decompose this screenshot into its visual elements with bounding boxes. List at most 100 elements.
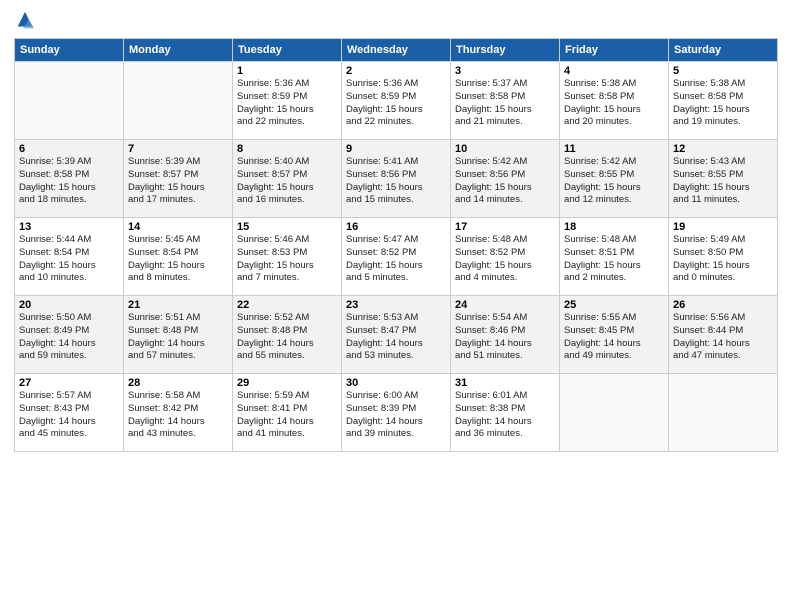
day-number: 30 bbox=[346, 377, 446, 389]
day-number: 1 bbox=[237, 65, 337, 77]
day-number: 19 bbox=[673, 221, 773, 233]
day-number: 20 bbox=[19, 299, 119, 311]
calendar-cell: 4Sunrise: 5:38 AM Sunset: 8:58 PM Daylig… bbox=[560, 62, 669, 140]
calendar-table: SundayMondayTuesdayWednesdayThursdayFrid… bbox=[14, 38, 778, 452]
day-number: 27 bbox=[19, 377, 119, 389]
calendar-cell bbox=[669, 374, 778, 452]
calendar-cell bbox=[15, 62, 124, 140]
day-number: 4 bbox=[564, 65, 664, 77]
day-number: 26 bbox=[673, 299, 773, 311]
day-number: 13 bbox=[19, 221, 119, 233]
calendar-week-row: 1Sunrise: 5:36 AM Sunset: 8:59 PM Daylig… bbox=[15, 62, 778, 140]
calendar-cell: 2Sunrise: 5:36 AM Sunset: 8:59 PM Daylig… bbox=[342, 62, 451, 140]
day-detail: Sunrise: 6:00 AM Sunset: 8:39 PM Dayligh… bbox=[346, 390, 446, 441]
calendar-cell: 18Sunrise: 5:48 AM Sunset: 8:51 PM Dayli… bbox=[560, 218, 669, 296]
day-number: 6 bbox=[19, 143, 119, 155]
page: SundayMondayTuesdayWednesdayThursdayFrid… bbox=[0, 0, 792, 612]
calendar-cell: 23Sunrise: 5:53 AM Sunset: 8:47 PM Dayli… bbox=[342, 296, 451, 374]
calendar-cell: 20Sunrise: 5:50 AM Sunset: 8:49 PM Dayli… bbox=[15, 296, 124, 374]
calendar-cell: 1Sunrise: 5:36 AM Sunset: 8:59 PM Daylig… bbox=[233, 62, 342, 140]
day-number: 25 bbox=[564, 299, 664, 311]
day-detail: Sunrise: 5:42 AM Sunset: 8:55 PM Dayligh… bbox=[564, 156, 664, 207]
day-detail: Sunrise: 5:45 AM Sunset: 8:54 PM Dayligh… bbox=[128, 234, 228, 285]
day-detail: Sunrise: 5:56 AM Sunset: 8:44 PM Dayligh… bbox=[673, 312, 773, 363]
calendar-header-row: SundayMondayTuesdayWednesdayThursdayFrid… bbox=[15, 39, 778, 62]
calendar-cell: 27Sunrise: 5:57 AM Sunset: 8:43 PM Dayli… bbox=[15, 374, 124, 452]
calendar-cell: 19Sunrise: 5:49 AM Sunset: 8:50 PM Dayli… bbox=[669, 218, 778, 296]
col-header-monday: Monday bbox=[124, 39, 233, 62]
day-number: 17 bbox=[455, 221, 555, 233]
day-detail: Sunrise: 5:39 AM Sunset: 8:57 PM Dayligh… bbox=[128, 156, 228, 207]
day-detail: Sunrise: 5:47 AM Sunset: 8:52 PM Dayligh… bbox=[346, 234, 446, 285]
calendar-cell bbox=[124, 62, 233, 140]
calendar-week-row: 27Sunrise: 5:57 AM Sunset: 8:43 PM Dayli… bbox=[15, 374, 778, 452]
day-number: 22 bbox=[237, 299, 337, 311]
col-header-friday: Friday bbox=[560, 39, 669, 62]
calendar-cell: 12Sunrise: 5:43 AM Sunset: 8:55 PM Dayli… bbox=[669, 140, 778, 218]
calendar-cell: 29Sunrise: 5:59 AM Sunset: 8:41 PM Dayli… bbox=[233, 374, 342, 452]
calendar-cell: 5Sunrise: 5:38 AM Sunset: 8:58 PM Daylig… bbox=[669, 62, 778, 140]
calendar-week-row: 13Sunrise: 5:44 AM Sunset: 8:54 PM Dayli… bbox=[15, 218, 778, 296]
col-header-wednesday: Wednesday bbox=[342, 39, 451, 62]
logo bbox=[14, 10, 40, 32]
day-detail: Sunrise: 5:58 AM Sunset: 8:42 PM Dayligh… bbox=[128, 390, 228, 441]
calendar-cell: 3Sunrise: 5:37 AM Sunset: 8:58 PM Daylig… bbox=[451, 62, 560, 140]
calendar-cell: 7Sunrise: 5:39 AM Sunset: 8:57 PM Daylig… bbox=[124, 140, 233, 218]
day-number: 31 bbox=[455, 377, 555, 389]
day-number: 11 bbox=[564, 143, 664, 155]
logo-icon bbox=[14, 10, 36, 32]
calendar-cell: 26Sunrise: 5:56 AM Sunset: 8:44 PM Dayli… bbox=[669, 296, 778, 374]
day-number: 9 bbox=[346, 143, 446, 155]
day-detail: Sunrise: 5:36 AM Sunset: 8:59 PM Dayligh… bbox=[346, 78, 446, 129]
day-detail: Sunrise: 5:46 AM Sunset: 8:53 PM Dayligh… bbox=[237, 234, 337, 285]
day-detail: Sunrise: 5:39 AM Sunset: 8:58 PM Dayligh… bbox=[19, 156, 119, 207]
calendar-week-row: 20Sunrise: 5:50 AM Sunset: 8:49 PM Dayli… bbox=[15, 296, 778, 374]
day-detail: Sunrise: 5:55 AM Sunset: 8:45 PM Dayligh… bbox=[564, 312, 664, 363]
calendar-cell: 14Sunrise: 5:45 AM Sunset: 8:54 PM Dayli… bbox=[124, 218, 233, 296]
calendar-week-row: 6Sunrise: 5:39 AM Sunset: 8:58 PM Daylig… bbox=[15, 140, 778, 218]
day-number: 24 bbox=[455, 299, 555, 311]
day-number: 18 bbox=[564, 221, 664, 233]
day-number: 12 bbox=[673, 143, 773, 155]
day-number: 5 bbox=[673, 65, 773, 77]
calendar-cell: 25Sunrise: 5:55 AM Sunset: 8:45 PM Dayli… bbox=[560, 296, 669, 374]
day-detail: Sunrise: 5:36 AM Sunset: 8:59 PM Dayligh… bbox=[237, 78, 337, 129]
day-number: 10 bbox=[455, 143, 555, 155]
day-number: 8 bbox=[237, 143, 337, 155]
day-detail: Sunrise: 5:38 AM Sunset: 8:58 PM Dayligh… bbox=[673, 78, 773, 129]
day-detail: Sunrise: 5:54 AM Sunset: 8:46 PM Dayligh… bbox=[455, 312, 555, 363]
day-number: 15 bbox=[237, 221, 337, 233]
calendar-cell: 24Sunrise: 5:54 AM Sunset: 8:46 PM Dayli… bbox=[451, 296, 560, 374]
day-number: 7 bbox=[128, 143, 228, 155]
calendar-cell: 11Sunrise: 5:42 AM Sunset: 8:55 PM Dayli… bbox=[560, 140, 669, 218]
calendar-cell: 6Sunrise: 5:39 AM Sunset: 8:58 PM Daylig… bbox=[15, 140, 124, 218]
col-header-saturday: Saturday bbox=[669, 39, 778, 62]
col-header-thursday: Thursday bbox=[451, 39, 560, 62]
calendar-cell: 22Sunrise: 5:52 AM Sunset: 8:48 PM Dayli… bbox=[233, 296, 342, 374]
day-detail: Sunrise: 5:41 AM Sunset: 8:56 PM Dayligh… bbox=[346, 156, 446, 207]
day-detail: Sunrise: 5:44 AM Sunset: 8:54 PM Dayligh… bbox=[19, 234, 119, 285]
day-detail: Sunrise: 5:51 AM Sunset: 8:48 PM Dayligh… bbox=[128, 312, 228, 363]
calendar-cell: 30Sunrise: 6:00 AM Sunset: 8:39 PM Dayli… bbox=[342, 374, 451, 452]
day-number: 14 bbox=[128, 221, 228, 233]
day-number: 23 bbox=[346, 299, 446, 311]
calendar-cell: 17Sunrise: 5:48 AM Sunset: 8:52 PM Dayli… bbox=[451, 218, 560, 296]
day-detail: Sunrise: 5:43 AM Sunset: 8:55 PM Dayligh… bbox=[673, 156, 773, 207]
day-detail: Sunrise: 5:50 AM Sunset: 8:49 PM Dayligh… bbox=[19, 312, 119, 363]
calendar-cell: 15Sunrise: 5:46 AM Sunset: 8:53 PM Dayli… bbox=[233, 218, 342, 296]
day-number: 16 bbox=[346, 221, 446, 233]
day-detail: Sunrise: 5:40 AM Sunset: 8:57 PM Dayligh… bbox=[237, 156, 337, 207]
col-header-tuesday: Tuesday bbox=[233, 39, 342, 62]
calendar-cell: 13Sunrise: 5:44 AM Sunset: 8:54 PM Dayli… bbox=[15, 218, 124, 296]
calendar-cell: 31Sunrise: 6:01 AM Sunset: 8:38 PM Dayli… bbox=[451, 374, 560, 452]
day-detail: Sunrise: 5:53 AM Sunset: 8:47 PM Dayligh… bbox=[346, 312, 446, 363]
day-detail: Sunrise: 5:57 AM Sunset: 8:43 PM Dayligh… bbox=[19, 390, 119, 441]
day-number: 21 bbox=[128, 299, 228, 311]
calendar-cell bbox=[560, 374, 669, 452]
day-detail: Sunrise: 5:49 AM Sunset: 8:50 PM Dayligh… bbox=[673, 234, 773, 285]
day-number: 29 bbox=[237, 377, 337, 389]
calendar-cell: 21Sunrise: 5:51 AM Sunset: 8:48 PM Dayli… bbox=[124, 296, 233, 374]
day-detail: Sunrise: 5:59 AM Sunset: 8:41 PM Dayligh… bbox=[237, 390, 337, 441]
day-number: 2 bbox=[346, 65, 446, 77]
col-header-sunday: Sunday bbox=[15, 39, 124, 62]
